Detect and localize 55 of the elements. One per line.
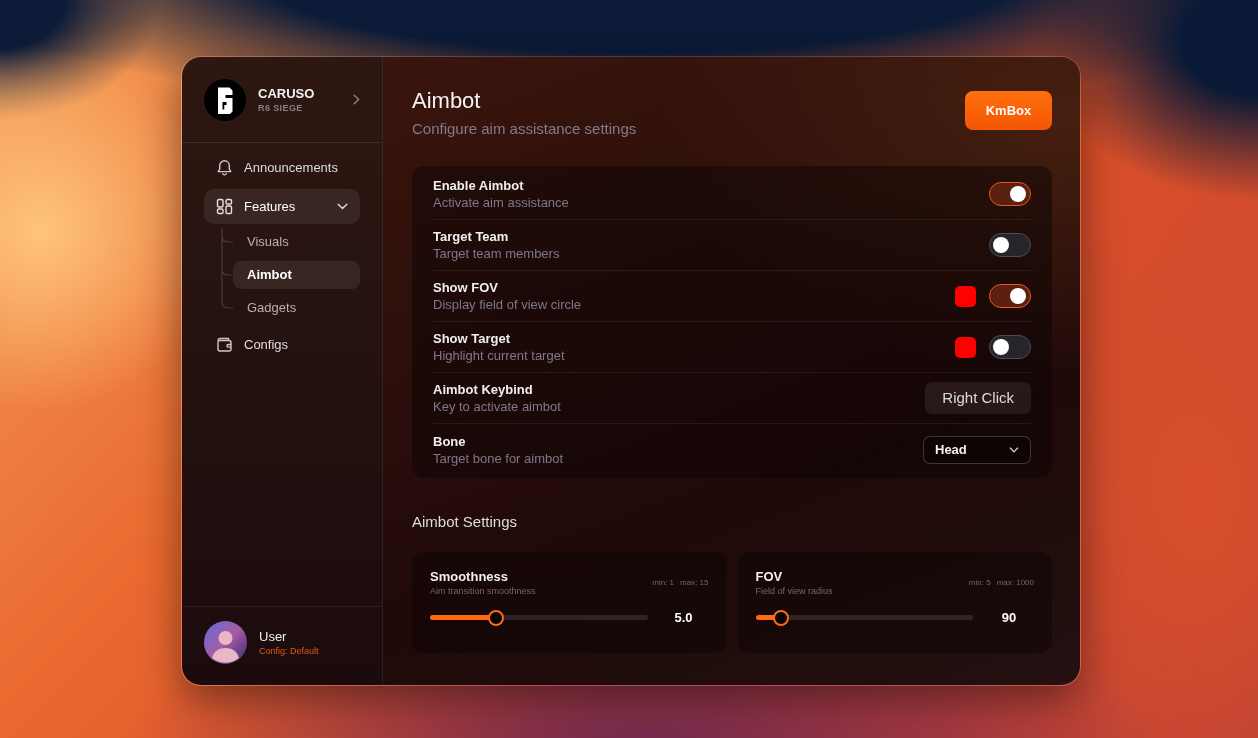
avatar-icon (204, 621, 247, 664)
keybind-button[interactable]: Right Click (925, 382, 1031, 414)
setting-description: Highlight current target (433, 347, 566, 364)
setting-title: Enable Aimbot (433, 177, 525, 194)
dropdown-select[interactable]: Head (923, 435, 1031, 464)
slider-thumb[interactable] (488, 609, 505, 626)
brand-subtitle: R6 SIEGE (258, 101, 304, 114)
chevron-down-icon[interactable] (337, 203, 348, 210)
wallet-icon (216, 336, 233, 353)
section-title: Aimbot Settings (412, 512, 519, 532)
setting-description: Target bone for aimbot (433, 449, 565, 467)
slider-track[interactable] (430, 609, 648, 626)
nav-subitem[interactable]: Aimbot (233, 261, 360, 289)
slider-title: FOV (755, 569, 784, 585)
bell-icon (216, 159, 233, 176)
color-swatch-icon[interactable] (955, 336, 976, 358)
setting-title: Aimbot Keybind (433, 381, 534, 398)
slider-track[interactable] (755, 609, 973, 626)
setting-description: Target team members (433, 245, 561, 262)
chevron-right-icon[interactable] (353, 94, 360, 105)
slider-title: Smoothness (430, 569, 509, 585)
slider-min-label: min: 5 (968, 578, 991, 588)
nav-subitem[interactable]: Visuals (233, 228, 360, 256)
setting-description: Display field of view circle (433, 296, 583, 313)
slider-value: 5.0 (673, 609, 694, 627)
nav-item[interactable]: Configs (204, 327, 360, 362)
brand-name: CARUSO (258, 85, 315, 102)
chevron-down-icon (1009, 446, 1019, 453)
nav-item[interactable]: Features (204, 189, 360, 224)
setting-description: Key to activate aimbot (433, 398, 562, 415)
nav-subitem[interactable]: Gadgets (233, 294, 360, 322)
user-config: Config: Default (259, 644, 319, 657)
page-subtitle: Configure aim assistance settings (412, 119, 637, 139)
slider-min-label: min: 1 (652, 578, 675, 588)
slider-max-label: max: 1000 (996, 578, 1034, 588)
nav-item[interactable]: Announcements (204, 150, 360, 185)
toggle-switch[interactable] (989, 233, 1031, 257)
setting-title: Show Target (433, 330, 512, 347)
grid-icon (216, 198, 233, 215)
toggle-switch[interactable] (989, 284, 1031, 308)
slider-thumb[interactable] (772, 609, 789, 626)
toggle-switch[interactable] (989, 182, 1031, 206)
slider-description: Field of view radius (755, 585, 833, 597)
setting-title: Bone (433, 432, 467, 450)
toggle-switch[interactable] (989, 335, 1031, 359)
setting-title: Target Team (433, 228, 510, 245)
setting-description: Activate aim assistance (433, 194, 570, 211)
logo-icon (204, 78, 246, 121)
slider-value: 90 (1000, 609, 1018, 627)
setting-title: Show FOV (433, 279, 499, 296)
user-name: User (259, 628, 288, 645)
color-swatch-icon[interactable] (955, 285, 976, 307)
slider-description: Aim transition smoothness (430, 585, 536, 597)
page-title: Aimbot (412, 87, 482, 115)
slider-max-label: max: 15 (680, 578, 709, 588)
